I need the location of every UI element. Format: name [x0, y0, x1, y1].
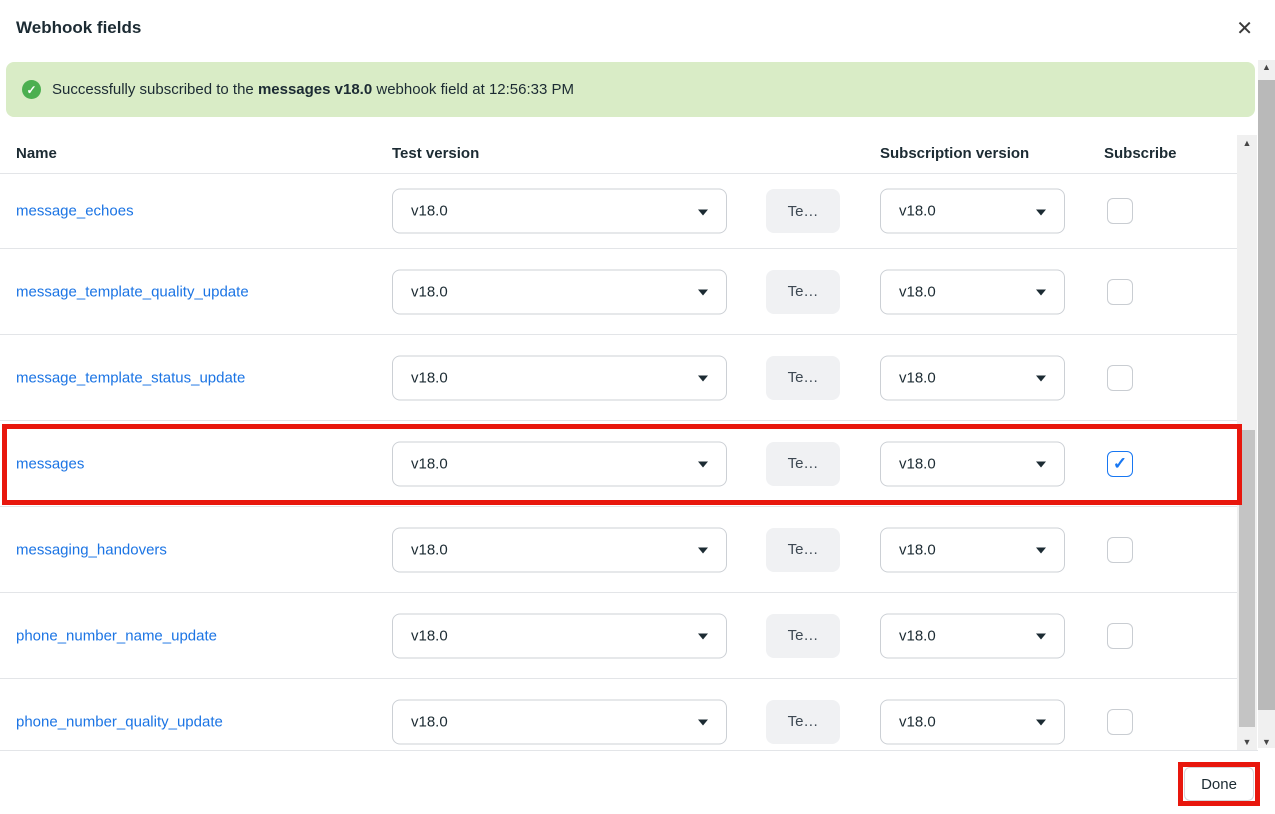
chevron-down-icon	[698, 548, 708, 554]
table-header: Name Test version Subscription version S…	[0, 135, 1237, 174]
subscription-version-value: v18.0	[899, 283, 936, 300]
table-row: message_template_status_update v18.0 Te……	[0, 335, 1237, 421]
subscribe-checkbox[interactable]: ✓	[1107, 537, 1133, 563]
field-link[interactable]: message_echoes	[16, 203, 134, 220]
table-row: messaging_handovers v18.0 Te… v18.0 ✓	[0, 507, 1237, 593]
table-row: phone_number_name_update v18.0 Te… v18.0…	[0, 593, 1237, 679]
test-version-value: v18.0	[411, 283, 448, 300]
dialog-scrollbar[interactable]: ▲ ▼	[1258, 60, 1275, 748]
scroll-down-icon[interactable]: ▼	[1258, 737, 1275, 747]
chevron-down-icon	[698, 462, 708, 468]
test-version-dropdown[interactable]: v18.0	[392, 189, 727, 234]
subscription-version-value: v18.0	[899, 369, 936, 386]
column-header-test-version: Test version	[392, 145, 479, 162]
test-button[interactable]: Te…	[766, 189, 840, 233]
field-link[interactable]: messages	[16, 455, 84, 472]
chevron-down-icon	[1036, 634, 1046, 640]
test-version-dropdown[interactable]: v18.0	[392, 699, 727, 744]
table-row: message_echoes v18.0 Te… v18.0 ✓	[0, 174, 1237, 249]
test-button[interactable]: Te…	[766, 614, 840, 658]
table-row: message_template_quality_update v18.0 Te…	[0, 249, 1237, 335]
subscribe-checkbox[interactable]: ✓	[1107, 198, 1133, 224]
test-version-dropdown[interactable]: v18.0	[392, 269, 727, 314]
test-version-value: v18.0	[411, 627, 448, 644]
subscription-version-dropdown[interactable]: v18.0	[880, 269, 1065, 314]
test-version-value: v18.0	[411, 713, 448, 730]
success-message-prefix: Successfully subscribed to the	[52, 81, 258, 98]
test-button[interactable]: Te…	[766, 270, 840, 314]
success-message-suffix: webhook field at 12:56:33 PM	[372, 81, 574, 98]
table-row: phone_number_quality_update v18.0 Te… v1…	[0, 679, 1237, 750]
field-link[interactable]: phone_number_quality_update	[16, 713, 223, 730]
test-version-value: v18.0	[411, 541, 448, 558]
subscription-version-dropdown[interactable]: v18.0	[880, 613, 1065, 658]
subscribe-checkbox[interactable]: ✓	[1107, 365, 1133, 391]
subscribe-checkbox[interactable]: ✓	[1107, 451, 1133, 477]
dialog-scrollbar-thumb[interactable]	[1258, 80, 1275, 710]
chevron-down-icon	[698, 720, 708, 726]
test-version-value: v18.0	[411, 455, 448, 472]
subscribe-checkbox[interactable]: ✓	[1107, 279, 1133, 305]
chevron-down-icon	[698, 290, 708, 296]
test-button[interactable]: Te…	[766, 528, 840, 572]
chevron-down-icon	[1036, 290, 1046, 296]
table-bottom-divider	[0, 750, 1258, 751]
test-button[interactable]: Te…	[766, 442, 840, 486]
column-header-subscribe: Subscribe	[1104, 145, 1177, 162]
column-header-name: Name	[16, 145, 57, 162]
column-header-subscription-version: Subscription version	[880, 145, 1029, 162]
subscription-version-dropdown[interactable]: v18.0	[880, 527, 1065, 572]
table-scrollbar-thumb[interactable]	[1239, 430, 1255, 727]
chevron-down-icon	[698, 209, 708, 215]
chevron-down-icon	[698, 634, 708, 640]
test-button[interactable]: Te…	[766, 700, 840, 744]
subscription-version-dropdown[interactable]: v18.0	[880, 441, 1065, 486]
subscribe-checkbox[interactable]: ✓	[1107, 709, 1133, 735]
close-icon[interactable]: ✕	[1236, 16, 1253, 42]
subscription-version-value: v18.0	[899, 203, 936, 220]
subscription-version-value: v18.0	[899, 627, 936, 644]
field-link[interactable]: messaging_handovers	[16, 541, 167, 558]
chevron-down-icon	[1036, 376, 1046, 382]
table-row-messages: messages v18.0 Te… v18.0 ✓	[0, 421, 1237, 507]
chevron-down-icon	[1036, 209, 1046, 215]
scroll-up-icon[interactable]: ▲	[1258, 62, 1275, 72]
success-message-field: messages v18.0	[258, 81, 372, 98]
subscription-version-value: v18.0	[899, 713, 936, 730]
test-version-value: v18.0	[411, 369, 448, 386]
subscription-version-value: v18.0	[899, 455, 936, 472]
done-button[interactable]: Done	[1184, 767, 1254, 801]
chevron-down-icon	[698, 376, 708, 382]
scroll-down-icon[interactable]: ▼	[1237, 737, 1257, 747]
subscription-version-dropdown[interactable]: v18.0	[880, 189, 1065, 234]
chevron-down-icon	[1036, 548, 1046, 554]
dialog-title: Webhook fields	[16, 18, 141, 38]
test-version-dropdown[interactable]: v18.0	[392, 527, 727, 572]
table-scrollbar[interactable]: ▲ ▼	[1237, 135, 1257, 750]
scroll-up-icon[interactable]: ▲	[1237, 138, 1257, 148]
field-link[interactable]: message_template_status_update	[16, 369, 245, 386]
field-link[interactable]: phone_number_name_update	[16, 627, 217, 644]
test-version-dropdown[interactable]: v18.0	[392, 613, 727, 658]
test-version-dropdown[interactable]: v18.0	[392, 441, 727, 486]
chevron-down-icon	[1036, 462, 1046, 468]
success-banner: ✓ Successfully subscribed to the message…	[6, 62, 1255, 117]
subscription-version-dropdown[interactable]: v18.0	[880, 355, 1065, 400]
subscription-version-dropdown[interactable]: v18.0	[880, 699, 1065, 744]
test-button[interactable]: Te…	[766, 356, 840, 400]
chevron-down-icon	[1036, 720, 1046, 726]
test-version-value: v18.0	[411, 203, 448, 220]
webhook-fields-list: message_echoes v18.0 Te… v18.0 ✓ message…	[0, 174, 1237, 750]
subscription-version-value: v18.0	[899, 541, 936, 558]
field-link[interactable]: message_template_quality_update	[16, 283, 249, 300]
check-circle-icon: ✓	[22, 80, 41, 99]
test-version-dropdown[interactable]: v18.0	[392, 355, 727, 400]
subscribe-checkbox[interactable]: ✓	[1107, 623, 1133, 649]
success-message: Successfully subscribed to the messages …	[52, 81, 574, 98]
